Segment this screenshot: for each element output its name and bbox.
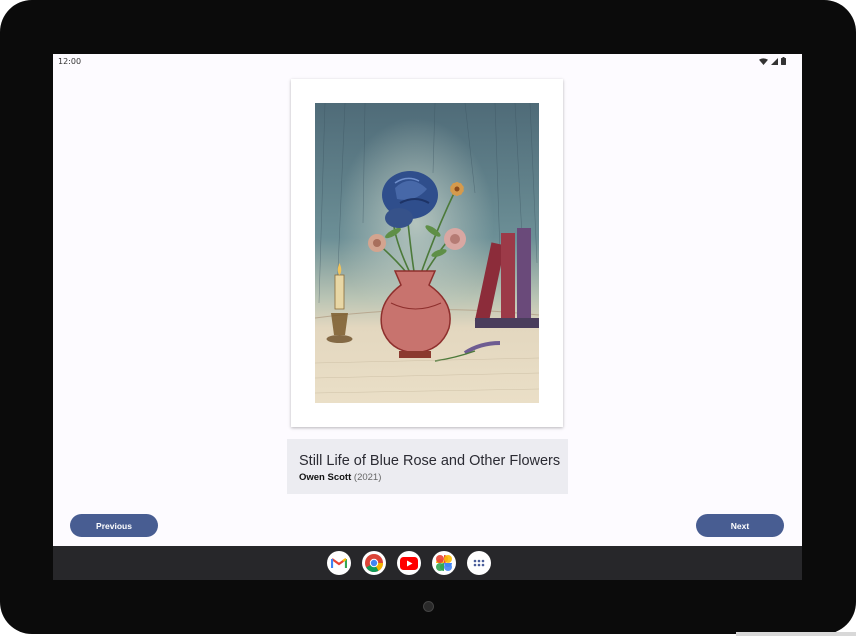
front-camera bbox=[423, 601, 434, 612]
photos-icon[interactable] bbox=[432, 551, 456, 575]
status-bar: 12:00 bbox=[53, 54, 802, 68]
artwork-year: (2021) bbox=[353, 472, 382, 483]
artist-name: Owen Scott bbox=[299, 472, 352, 483]
previous-button[interactable]: Previous bbox=[70, 514, 158, 537]
status-time: 12:00 bbox=[58, 57, 82, 66]
artwork-caption: Still Life of Blue Rose and Other Flower… bbox=[287, 439, 568, 494]
cellular-signal-icon bbox=[771, 57, 778, 65]
artwork-title: Still Life of Blue Rose and Other Flower… bbox=[299, 453, 561, 469]
app-drawer-icon[interactable] bbox=[467, 551, 491, 575]
youtube-icon[interactable] bbox=[397, 551, 421, 575]
taskbar bbox=[53, 546, 802, 580]
artwork-card bbox=[291, 79, 563, 427]
gmail-icon[interactable] bbox=[327, 551, 351, 575]
artwork-image bbox=[315, 103, 539, 403]
artwork-byline: Owen Scott (2021) bbox=[299, 472, 381, 483]
screen: 12:00 Still Life of Blue Rose and Other … bbox=[53, 54, 802, 580]
battery-icon bbox=[781, 57, 786, 65]
chrome-icon[interactable] bbox=[362, 551, 386, 575]
wifi-icon bbox=[759, 57, 768, 65]
device-edge bbox=[736, 632, 856, 636]
status-icons bbox=[759, 57, 786, 65]
next-button[interactable]: Next bbox=[696, 514, 784, 537]
